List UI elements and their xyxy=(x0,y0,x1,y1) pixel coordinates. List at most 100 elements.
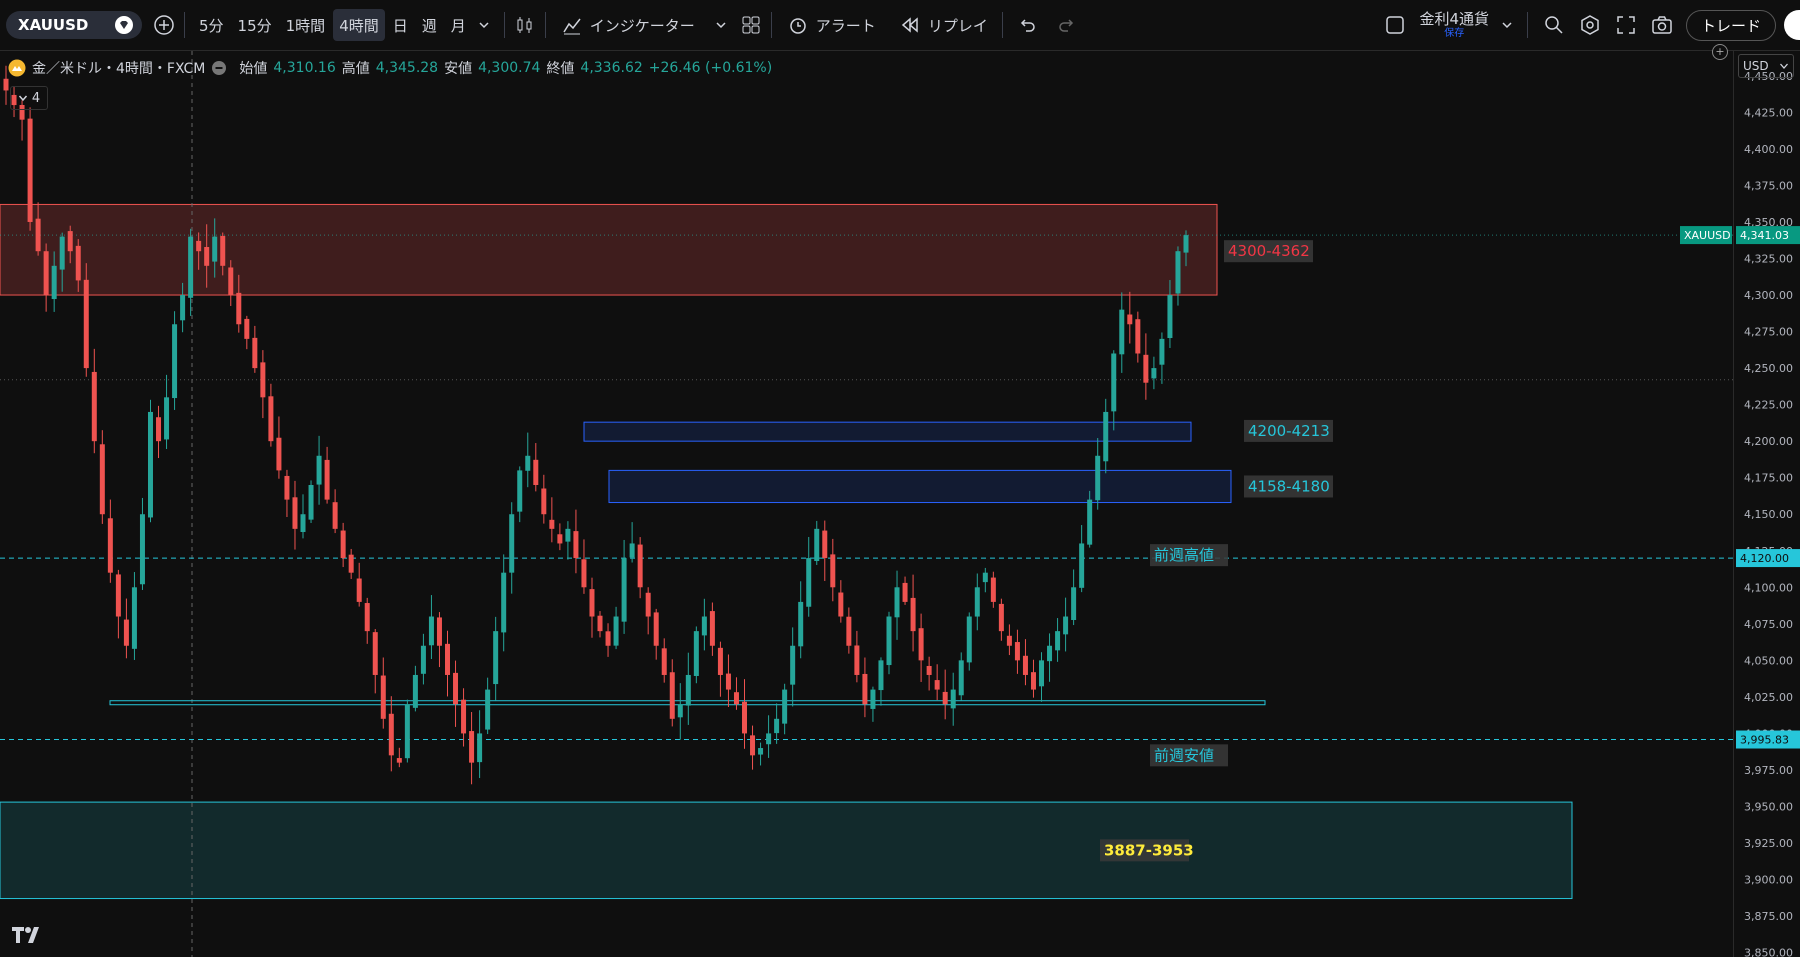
settings-icon[interactable] xyxy=(1578,13,1602,37)
candle-body xyxy=(252,337,258,369)
quick-search-icon[interactable] xyxy=(1542,13,1566,37)
alert-button[interactable]: アラート xyxy=(780,9,882,41)
indicators-button[interactable]: インジケーター xyxy=(554,9,739,41)
camera-icon[interactable] xyxy=(1650,13,1674,37)
prev-week-high-label: 前週高値 xyxy=(1154,546,1214,564)
axis-tick: 4,275.00 xyxy=(1744,326,1793,339)
chevron-down-icon[interactable] xyxy=(472,13,496,37)
interval-6[interactable]: 月 xyxy=(445,9,472,41)
candle-body xyxy=(782,689,788,724)
candle-body xyxy=(412,674,418,708)
replay-button[interactable]: リプレイ xyxy=(892,9,994,41)
candle-body xyxy=(35,218,41,252)
fullscreen-icon[interactable] xyxy=(1614,13,1638,37)
add-symbol-icon[interactable] xyxy=(152,13,176,37)
candle-body xyxy=(436,617,442,646)
candle-body xyxy=(469,731,475,763)
price-chart[interactable]: 4300-4362 4200-4213 4158-4180 3887-3953 前週高値… xyxy=(0,51,1733,957)
candle-body xyxy=(1095,455,1101,501)
axis-tick: 4,400.00 xyxy=(1744,143,1793,156)
zone-rect-1[interactable] xyxy=(583,421,1192,442)
candle-body xyxy=(766,733,772,745)
candle-body xyxy=(43,251,49,296)
candle-body xyxy=(188,236,194,298)
candle-body xyxy=(990,577,996,602)
zone-label: 4200-4213 xyxy=(1248,422,1330,440)
candle-body xyxy=(557,534,563,544)
current-symbol-tag: XAUUSD xyxy=(1684,229,1731,242)
add-plus-icon[interactable]: + xyxy=(1712,44,1728,60)
interval-3[interactable]: 4時間 xyxy=(333,9,385,41)
undo-icon[interactable] xyxy=(1015,13,1039,37)
candle-body xyxy=(758,748,764,755)
candle-body xyxy=(123,619,129,646)
trade-button[interactable]: トレード xyxy=(1685,9,1776,41)
candle-body xyxy=(822,530,828,559)
zone-rect-0[interactable] xyxy=(0,203,1218,296)
currency-select[interactable]: USD xyxy=(1738,54,1794,78)
candle-body xyxy=(525,455,531,471)
candle-body xyxy=(1063,616,1069,635)
alert-label: アラート xyxy=(815,16,876,35)
prev-week-low-label: 前週安値 xyxy=(1154,746,1214,764)
candle-body xyxy=(1159,338,1165,365)
zone-label: 3887-3953 xyxy=(1104,841,1194,859)
zone-rect-2[interactable] xyxy=(608,469,1232,504)
interval-2[interactable]: 1時間 xyxy=(280,9,332,41)
candle-body xyxy=(388,713,394,756)
candle-body xyxy=(974,587,980,617)
interval-1[interactable]: 15分 xyxy=(232,9,278,41)
candle-body xyxy=(661,648,667,675)
axis-tick: 3,950.00 xyxy=(1744,800,1793,813)
candle-body xyxy=(814,528,820,562)
interval-5[interactable]: 週 xyxy=(416,9,443,41)
candle-body xyxy=(541,488,547,515)
candle-body xyxy=(1047,645,1053,662)
interval-4[interactable]: 日 xyxy=(387,9,414,41)
layout-name-button[interactable]: 金利4通貨 保存 xyxy=(1419,11,1489,39)
candle-body xyxy=(846,616,852,646)
high-value: 4,345.28 xyxy=(375,60,439,76)
candle-body xyxy=(798,601,804,647)
symbol-search[interactable]: XAUUSD xyxy=(6,11,142,39)
symbol-label: XAUUSD xyxy=(18,16,89,34)
diamond-icon[interactable] xyxy=(112,13,136,37)
chevron-down-icon[interactable] xyxy=(1495,13,1519,37)
candle-body xyxy=(549,519,555,529)
close-value: 4,336.62 xyxy=(580,60,643,76)
price-axis[interactable]: 4,450.004,425.004,400.004,375.004,350.00… xyxy=(1733,51,1800,957)
candle-body xyxy=(348,554,354,573)
prev-high-price-tag: 4,120.00 xyxy=(1740,552,1789,565)
candle-style-icon[interactable] xyxy=(513,13,537,37)
candle-body xyxy=(693,631,699,676)
indicator-collapse-button[interactable]: 4 xyxy=(10,86,48,110)
checkbox-icon[interactable] xyxy=(1383,13,1407,37)
candle-body xyxy=(420,645,426,674)
candle-body xyxy=(878,660,884,691)
zone-label: 4158-4180 xyxy=(1248,477,1330,495)
candle-body xyxy=(1127,314,1133,325)
chart-legend: 金／米ドル・4時間・FXCM 始値 4,310.16 高値 4,345.28 安値 4… xyxy=(8,58,772,78)
redo-icon[interactable] xyxy=(1055,13,1079,37)
candle-body xyxy=(139,514,145,585)
minus-circle-icon[interactable] xyxy=(211,60,227,76)
candle-body xyxy=(742,701,748,734)
prev-low-price-tag: 3,995.83 xyxy=(1740,734,1789,747)
zone-rect-3[interactable] xyxy=(0,801,1573,900)
candle-body xyxy=(1143,354,1149,383)
candle-body xyxy=(268,396,274,442)
candle-body xyxy=(637,544,643,588)
candle-body xyxy=(982,572,988,583)
candle-body xyxy=(27,118,33,222)
candle-body xyxy=(1055,631,1061,651)
interval-0[interactable]: 5分 xyxy=(193,9,230,41)
account-avatar[interactable] xyxy=(1784,10,1800,40)
chevron-down-icon xyxy=(1780,63,1788,69)
chevron-down-icon xyxy=(18,95,27,102)
open-value: 4,310.16 xyxy=(273,60,336,76)
axis-tick: 3,850.00 xyxy=(1744,947,1793,957)
candle-body xyxy=(107,518,113,573)
axis-tick: 4,425.00 xyxy=(1744,106,1793,119)
indicator-count: 4 xyxy=(31,90,41,106)
layouts-grid-icon[interactable] xyxy=(739,13,763,37)
